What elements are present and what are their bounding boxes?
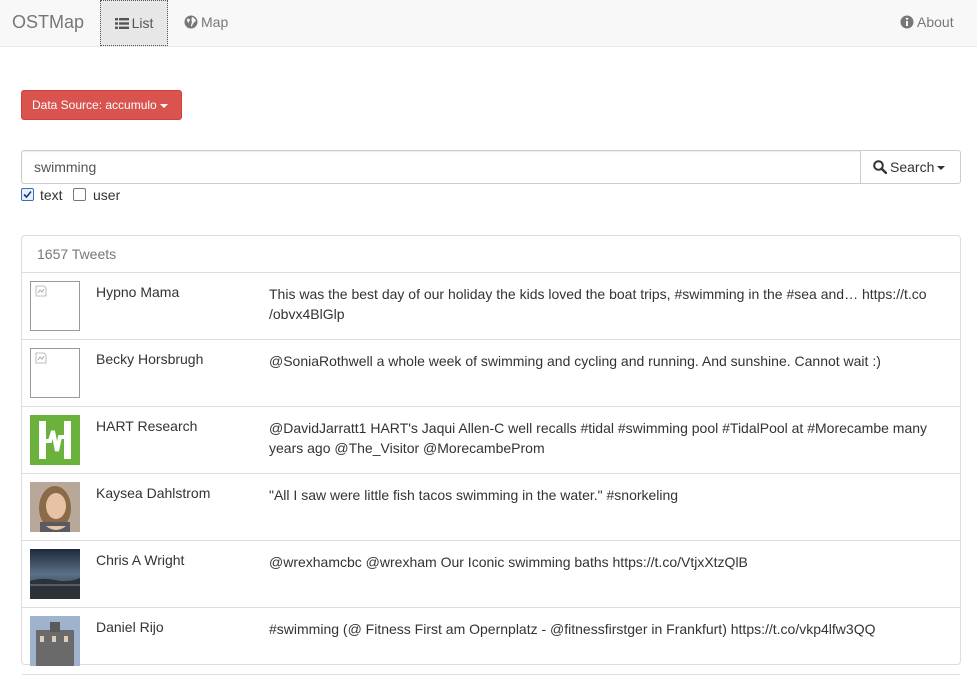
- about-label: About: [917, 14, 954, 30]
- results-panel: 1657 Tweets Hypno Mama This was the best…: [21, 235, 961, 675]
- user-filter-label: user: [93, 187, 121, 203]
- tweet-username[interactable]: Daniel Rijo: [96, 619, 164, 635]
- tweet-text: #swimming (@ Fitness First am Opernplatz…: [269, 621, 876, 637]
- tweet-row: Kaysea Dahlstrom "All I saw were little …: [22, 474, 960, 541]
- portrait-photo-avatar: [30, 482, 80, 532]
- tab-list-label: List: [131, 15, 154, 31]
- hart-logo-avatar: [30, 415, 80, 465]
- list-icon: [114, 18, 129, 29]
- text-filter-checkbox[interactable]: [21, 188, 34, 201]
- text-filter-label: text: [40, 187, 63, 203]
- user-filter-checkbox[interactable]: [73, 188, 86, 201]
- search-button-label: Search: [890, 159, 935, 175]
- search-button[interactable]: Search: [860, 150, 961, 184]
- tweet-count: 1657 Tweets: [22, 236, 960, 273]
- broken-image-icon: [30, 281, 80, 331]
- check-icon: [23, 190, 32, 199]
- about-link[interactable]: About: [900, 0, 954, 46]
- tab-map-label: Map: [201, 14, 229, 30]
- building-photo-avatar: [30, 616, 80, 666]
- search-icon: [873, 160, 888, 175]
- broken-image-icon: [30, 348, 80, 398]
- tweet-row: Daniel Rijo #swimming (@ Fitness First a…: [22, 608, 960, 675]
- tweet-text: @SoniaRothwell a whole week of swimming …: [269, 353, 881, 369]
- tweet-username[interactable]: Chris A Wright: [96, 552, 184, 568]
- search-input[interactable]: [21, 150, 861, 184]
- datasource-dropdown-button[interactable]: Data Source: accumulo: [21, 90, 182, 120]
- tweet-text: This was the best day of our holiday the…: [269, 286, 927, 322]
- navbar: OSTMap List Map About: [0, 0, 977, 47]
- tweet-row: HART Research @DavidJarratt1 HART's Jaqu…: [22, 407, 960, 474]
- tweet-row: Hypno Mama This was the best day of our …: [22, 273, 960, 340]
- tab-map[interactable]: Map: [184, 0, 228, 46]
- tweet-text: @wrexhamcbc @wrexham Our Iconic swimming…: [269, 554, 748, 570]
- datasource-label: Data Source: accumulo: [32, 98, 157, 112]
- tweet-text: "All I saw were little fish tacos swimmi…: [269, 487, 679, 503]
- tweet-row: Becky Horsbrugh @SoniaRothwell a whole w…: [22, 340, 960, 407]
- globe-icon: [184, 15, 198, 29]
- caret-down-icon: [159, 103, 168, 108]
- tweet-row: Chris A Wright @wrexhamcbc @wrexham Our …: [22, 541, 960, 608]
- tweet-text: @DavidJarratt1 HART's Jaqui Allen-C well…: [269, 420, 928, 456]
- tweet-username[interactable]: Hypno Mama: [96, 284, 179, 300]
- landscape-photo-avatar: [30, 549, 80, 599]
- caret-down-icon: [937, 166, 946, 171]
- info-icon: [900, 15, 914, 29]
- tab-list[interactable]: List: [100, 0, 168, 46]
- brand-link[interactable]: OSTMap: [12, 12, 84, 33]
- tweet-username[interactable]: Kaysea Dahlstrom: [96, 485, 210, 501]
- tweet-username[interactable]: Becky Horsbrugh: [96, 351, 203, 367]
- tweet-username[interactable]: HART Research: [96, 418, 197, 434]
